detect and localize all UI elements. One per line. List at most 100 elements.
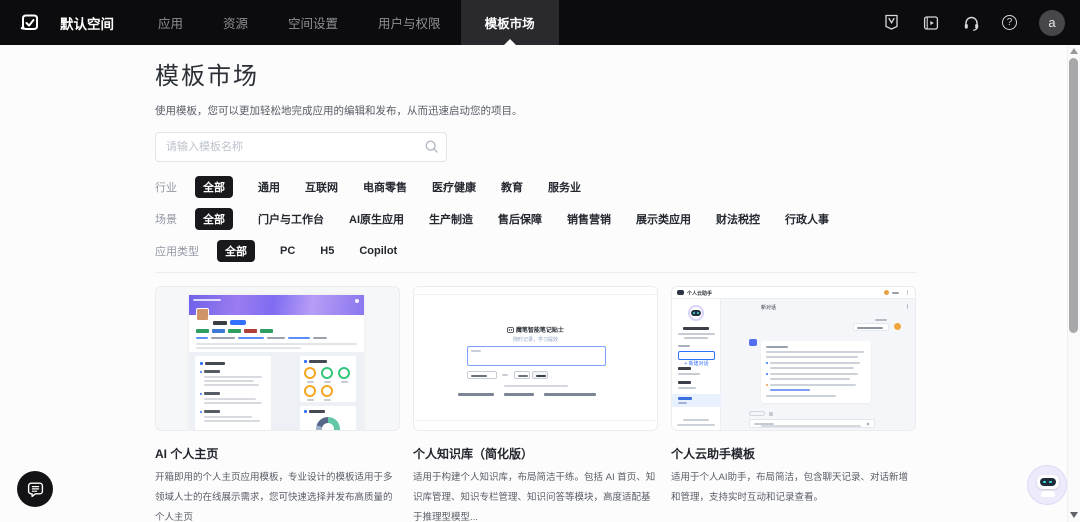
nav-item-space-settings[interactable]: 空间设置 (268, 0, 358, 45)
filter-option[interactable]: 服务业 (548, 179, 581, 195)
skeleton-line (678, 345, 690, 347)
thumb-logo (677, 290, 684, 295)
skeleton-dot (304, 410, 307, 413)
skeleton-line (471, 375, 487, 377)
screen: 默认空间 应用 资源 空间设置 用户与权限 模板市场 (0, 0, 1080, 522)
template-thumbnail[interactable]: 个人云助手 (671, 286, 916, 431)
template-thumbnail[interactable] (155, 286, 400, 431)
donut-chart (316, 417, 340, 431)
skeleton-line (204, 380, 254, 382)
filter-option-selected[interactable]: 全部 (195, 208, 233, 230)
filter-option[interactable]: 财法税控 (716, 211, 760, 227)
nav-item-apps[interactable]: 应用 (138, 0, 203, 45)
filter-option[interactable]: 医疗健康 (432, 179, 476, 195)
filter-option[interactable]: PC (280, 245, 295, 257)
nav-item-resources[interactable]: 资源 (203, 0, 268, 45)
filter-option[interactable]: AI原生应用 (349, 211, 404, 227)
thumb-chat-area: 新对话 (721, 299, 915, 430)
filter-option[interactable]: 展示类应用 (636, 211, 691, 227)
skeleton-line (857, 327, 883, 329)
thumb-header: 个人云助手 (672, 287, 915, 299)
template-title[interactable]: 个人知识库（简化版） (413, 445, 658, 462)
scrollbar-thumb[interactable] (1069, 58, 1078, 333)
thumb-app-title-text: 魔笔智能笔记贴士 (516, 328, 564, 334)
nav-item-label: 用户与权限 (378, 13, 441, 32)
filter-option[interactable]: 通用 (258, 179, 280, 195)
thumb-select (467, 371, 497, 379)
video-guide-icon[interactable] (922, 14, 940, 32)
robot-eye (1043, 481, 1046, 483)
gauge-chart (321, 367, 333, 379)
skeleton-line (324, 381, 331, 383)
topbar: 默认空间 应用 资源 空间设置 用户与权限 模板市场 (0, 0, 1080, 45)
app-logo-icon[interactable] (17, 10, 43, 36)
filter-option[interactable]: 售后保障 (498, 211, 542, 227)
skeleton-line (204, 384, 259, 386)
headset-icon[interactable] (962, 14, 980, 32)
skeleton-dot (766, 373, 768, 375)
robot-eye (693, 312, 695, 314)
thumb-user-bubble (853, 323, 889, 331)
filter-option-selected[interactable]: 全部 (195, 176, 233, 198)
thumb-sidebar: + 新建对话 (672, 299, 721, 430)
filter-option[interactable]: 教育 (501, 179, 523, 195)
skeleton-line (678, 373, 700, 375)
thumb-user-avatar (894, 323, 901, 330)
user-avatar[interactable]: a (1039, 10, 1065, 36)
donut-hole (322, 423, 334, 431)
scrollbar-up-arrow[interactable] (1070, 48, 1078, 54)
page-title: 模板市场 (155, 62, 917, 92)
filter-option[interactable]: Copilot (359, 245, 397, 257)
filter-option-selected[interactable]: 全部 (217, 240, 255, 262)
search-input[interactable] (155, 132, 447, 162)
skeleton-line (205, 362, 225, 365)
thumb-ai-avatar (749, 339, 757, 346)
filter-option[interactable]: 互联网 (305, 179, 338, 195)
skeleton-line (770, 362, 860, 364)
chat-bubble-icon (26, 480, 45, 499)
template-title[interactable]: 个人云助手模板 (671, 445, 916, 462)
space-name[interactable]: 默认空间 (60, 13, 114, 33)
thumb-menu-icon (907, 304, 909, 309)
template-thumbnail[interactable]: 魔笔智能笔记贴士 随时记录，学习提效 (413, 286, 658, 431)
template-description: 适用于个人AI助手，布局简洁，包含聊天记录、对话新增和管理，支持实时互动和记录查… (671, 468, 916, 508)
filter-option[interactable]: 行政人事 (785, 211, 829, 227)
skeleton-line (288, 337, 310, 339)
filter-option[interactable]: 门户与工作台 (258, 211, 324, 227)
thumb-button (514, 371, 530, 379)
scrollbar-down-arrow[interactable] (1070, 512, 1078, 518)
version-badge-icon[interactable] (882, 14, 900, 32)
filter-row-scene: 场景 全部 门户与工作台 AI原生应用 生产制造 售后保障 销售营销 展示类应用… (155, 208, 917, 230)
skeleton-line (324, 399, 331, 401)
thumb-app-title: 魔笔智能笔记贴士 (414, 325, 657, 334)
filter-option[interactable]: 电商零售 (363, 179, 407, 195)
filter-option[interactable]: H5 (320, 245, 334, 257)
filters: 行业 全部 通用 互联网 电商零售 医疗健康 教育 服务业 场景 全部 门户与工… (155, 176, 917, 262)
nav-item-users-permissions[interactable]: 用户与权限 (358, 0, 461, 45)
skeleton-line (766, 346, 788, 348)
robot-body (1041, 491, 1055, 497)
gauge-chart (304, 385, 316, 397)
gauge-chart (338, 367, 350, 379)
skeleton-line (204, 398, 256, 400)
thumb-header-title: 个人云助手 (687, 290, 712, 297)
active-tab-caret (504, 39, 516, 45)
skeleton-line (683, 327, 709, 330)
skeleton-line (770, 389, 810, 391)
template-description: 开箱即用的个人主页应用模板，专业设计的模板适用于多领域人士的在线展示需求，您可快… (155, 468, 400, 522)
skeleton-dot (200, 411, 202, 413)
nav-item-label: 资源 (223, 13, 248, 32)
ai-assistant-robot-button[interactable] (1027, 465, 1067, 505)
filter-option[interactable]: 生产制造 (429, 211, 473, 227)
feedback-chat-button[interactable] (17, 471, 53, 507)
filter-option[interactable]: 销售营销 (567, 211, 611, 227)
thumb-textarea (467, 346, 606, 366)
thumb-chip (228, 329, 241, 333)
nav-item-template-market[interactable]: 模板市场 (461, 0, 559, 45)
main-content: 模板市场 使用模板，您可以更加轻松地完成应用的编辑和发布，从而迅速启动您的项目。… (155, 62, 917, 522)
template-title[interactable]: AI 个人主页 (155, 445, 400, 462)
thumb-chip (230, 320, 246, 325)
help-icon[interactable]: ? (1002, 15, 1017, 30)
thumb-toggle-chip (749, 411, 765, 416)
thumb-app-subtitle: 随时记录，学习提效 (414, 336, 657, 343)
